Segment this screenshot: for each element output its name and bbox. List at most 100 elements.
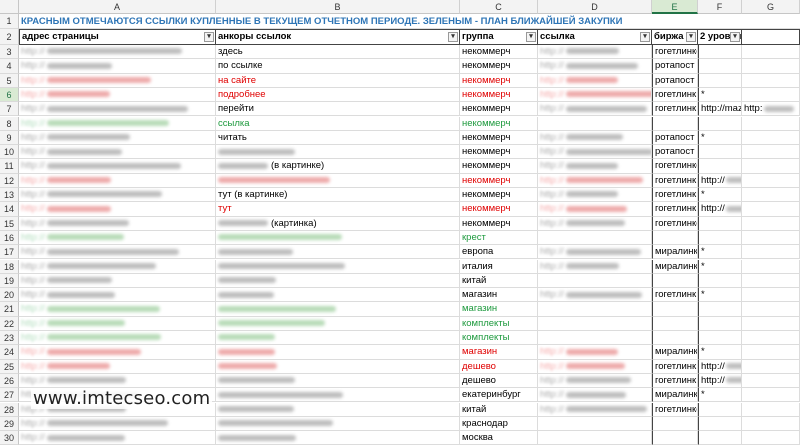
table-cell-b[interactable]: тут (в картинке): [216, 188, 460, 203]
table-cell-e[interactable]: миралинк: [652, 388, 698, 403]
table-cell-b[interactable]: здесь: [216, 45, 460, 60]
table-cell-b[interactable]: [216, 359, 460, 374]
table-cell-b[interactable]: тут: [216, 202, 460, 217]
column-header-d[interactable]: D: [538, 0, 652, 14]
table-cell-a[interactable]: http://: [19, 345, 216, 360]
row-header[interactable]: 6: [0, 87, 19, 103]
table-cell-e[interactable]: миралинк: [652, 259, 698, 274]
table-cell-e[interactable]: гогетлинк: [652, 188, 698, 203]
table-cell-e[interactable]: гогетлинкс: [652, 402, 698, 417]
table-cell-f[interactable]: [698, 431, 742, 445]
table-cell-d[interactable]: [538, 416, 652, 432]
row-header[interactable]: 9: [0, 130, 19, 146]
table-cell-g[interactable]: [742, 259, 800, 274]
header-cell-exchange[interactable]: биржа ▾: [652, 29, 698, 45]
table-cell-d[interactable]: http://: [538, 245, 652, 260]
header-cell-level-2-links[interactable]: 2 уровень ссылс▾: [698, 29, 742, 45]
table-cell-d[interactable]: [538, 302, 652, 317]
table-cell-d[interactable]: http://: [538, 216, 652, 231]
row-header[interactable]: 8: [0, 116, 19, 131]
table-cell-b[interactable]: подробнее: [216, 87, 460, 103]
table-cell-f[interactable]: [698, 216, 742, 231]
row-header[interactable]: 27: [0, 388, 19, 403]
table-cell-f[interactable]: http://maz: [698, 102, 742, 117]
table-cell-b[interactable]: [216, 173, 460, 188]
table-cell-e[interactable]: [652, 316, 698, 331]
table-cell-d[interactable]: http://: [538, 373, 652, 389]
header-cell-page-address[interactable]: адрес страницы ▾: [19, 29, 216, 45]
table-cell-b[interactable]: [216, 402, 460, 417]
row-header[interactable]: 4: [0, 59, 19, 74]
table-cell-b[interactable]: [216, 230, 460, 246]
header-cell-link-anchors[interactable]: анкоры ссылок ▾: [216, 29, 460, 45]
table-cell-g[interactable]: [742, 73, 800, 88]
table-cell-b[interactable]: [216, 145, 460, 160]
table-cell-c[interactable]: некоммерч: [460, 87, 538, 103]
table-cell-d[interactable]: http://: [538, 59, 652, 74]
table-cell-g[interactable]: [742, 145, 800, 160]
table-cell-d[interactable]: http://: [538, 345, 652, 360]
table-cell-f[interactable]: http://: [698, 202, 742, 217]
table-cell-f[interactable]: [698, 402, 742, 417]
table-cell-c[interactable]: некоммерч: [460, 188, 538, 203]
table-cell-a[interactable]: http://: [19, 102, 216, 117]
table-cell-e[interactable]: гогетлинк: [652, 288, 698, 303]
table-cell-b[interactable]: [216, 245, 460, 260]
table-cell-d[interactable]: http://: [538, 87, 652, 103]
table-cell-g[interactable]: [742, 216, 800, 231]
table-cell-g[interactable]: [742, 273, 800, 289]
row-header[interactable]: 16: [0, 230, 19, 246]
table-cell-d[interactable]: http://: [538, 130, 652, 146]
table-cell-e[interactable]: [652, 273, 698, 289]
table-cell-c[interactable]: италия: [460, 259, 538, 274]
row-header[interactable]: 28: [0, 402, 19, 417]
table-cell-c[interactable]: некоммерч: [460, 173, 538, 188]
table-cell-b[interactable]: [216, 259, 460, 274]
table-cell-a[interactable]: http://: [19, 373, 216, 389]
table-cell-e[interactable]: [652, 416, 698, 432]
table-cell-e[interactable]: [652, 302, 698, 317]
table-cell-f[interactable]: http://: [698, 373, 742, 389]
table-cell-a[interactable]: http://: [19, 273, 216, 289]
row-header[interactable]: 13: [0, 188, 19, 203]
table-cell-a[interactable]: http://: [19, 173, 216, 188]
table-cell-b[interactable]: [216, 416, 460, 432]
table-cell-g[interactable]: [742, 230, 800, 246]
table-cell-e[interactable]: миралинк: [652, 245, 698, 260]
table-cell-d[interactable]: http://: [538, 359, 652, 374]
table-cell-c[interactable]: комплекты: [460, 316, 538, 331]
table-cell-d[interactable]: http://: [538, 259, 652, 274]
table-cell-g[interactable]: [742, 302, 800, 317]
table-cell-b[interactable]: по ссылке: [216, 59, 460, 74]
table-cell-c[interactable]: комплекты: [460, 331, 538, 346]
table-cell-d[interactable]: http://: [538, 402, 652, 417]
table-cell-g[interactable]: [742, 59, 800, 74]
table-cell-g[interactable]: [742, 130, 800, 146]
table-cell-g[interactable]: [742, 173, 800, 188]
filter-dropdown-icon[interactable]: ▾: [448, 32, 458, 42]
table-cell-d[interactable]: http://: [538, 288, 652, 303]
table-cell-d[interactable]: http://: [538, 202, 652, 217]
filter-dropdown-icon[interactable]: ▾: [640, 32, 650, 42]
table-cell-f[interactable]: [698, 159, 742, 174]
table-cell-g[interactable]: [742, 316, 800, 331]
table-cell-b[interactable]: [216, 388, 460, 403]
filter-dropdown-icon[interactable]: ▾: [526, 32, 536, 42]
row-header[interactable]: 19: [0, 273, 19, 289]
table-cell-a[interactable]: http://: [19, 130, 216, 146]
row-header[interactable]: 3: [0, 45, 19, 60]
table-cell-b[interactable]: [216, 302, 460, 317]
table-cell-a[interactable]: http://: [19, 302, 216, 317]
table-cell-c[interactable]: дешево: [460, 373, 538, 389]
table-cell-f[interactable]: [698, 73, 742, 88]
filter-dropdown-icon[interactable]: ▾: [204, 32, 214, 42]
table-cell-e[interactable]: гогетлинк: [652, 202, 698, 217]
row-header[interactable]: 1: [0, 14, 19, 29]
table-cell-c[interactable]: магазин: [460, 302, 538, 317]
table-cell-e[interactable]: ротапост: [652, 59, 698, 74]
table-cell-c[interactable]: екатеринбург: [460, 388, 538, 403]
table-cell-a[interactable]: http://: [19, 45, 216, 60]
table-cell-e[interactable]: гогетлинкс: [652, 216, 698, 231]
table-cell-d[interactable]: http://: [538, 45, 652, 60]
table-cell-a[interactable]: http://: [19, 416, 216, 432]
